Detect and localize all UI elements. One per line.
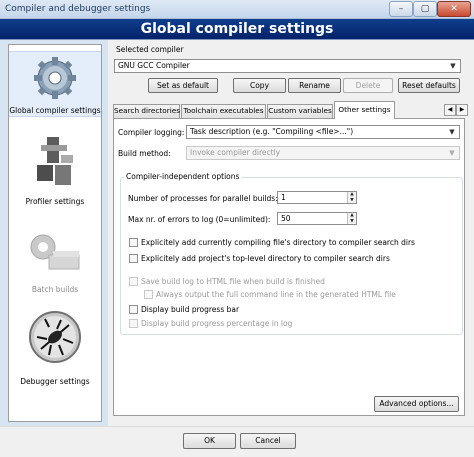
group-title: Compiler-independent options <box>124 172 242 181</box>
delete-button[interactable]: Delete <box>343 78 393 93</box>
cancel-button[interactable]: Cancel <box>240 433 296 449</box>
batch-builds-icon <box>30 234 80 270</box>
full-command-line-label: Always output the full command line in t… <box>156 290 396 299</box>
settings-sidebar: Global compiler settings Profiler settin… <box>8 44 102 422</box>
selected-compiler-label: Selected compiler <box>116 45 184 54</box>
tab-scroll-right-icon[interactable]: ▶ <box>456 104 468 116</box>
title-bar: Compiler and debugger settings – ▢ ✕ <box>0 0 474 19</box>
add-file-dir-label: Explicitely add currently compiling file… <box>141 238 415 247</box>
window-title: Compiler and debugger settings <box>5 4 151 14</box>
sidebar-item-label: Profiler settings <box>25 197 85 206</box>
tab-scroll-left-icon[interactable]: ◀ <box>444 104 456 116</box>
tab-search-directories[interactable]: Search directories <box>113 104 180 118</box>
progress-percentage-checkbox[interactable] <box>129 319 138 328</box>
rename-button[interactable]: Rename <box>288 78 341 93</box>
compiler-logging-select[interactable]: Task description (e.g. "Compiling <file>… <box>186 125 460 139</box>
full-command-line-checkbox[interactable] <box>144 290 153 299</box>
tab-other-settings[interactable]: Other settings <box>334 101 395 119</box>
maximize-button[interactable]: ▢ <box>413 1 437 17</box>
progress-bar-label: Display build progress bar <box>141 305 240 314</box>
compiler-logging-label: Compiler logging: <box>118 128 185 137</box>
add-project-dir-label: Explicitely add project's top-level dire… <box>141 254 390 263</box>
close-button[interactable]: ✕ <box>437 1 471 17</box>
build-method-select[interactable]: Invoke compiler directly ▼ <box>186 146 460 160</box>
add-project-dir-checkbox[interactable] <box>129 254 138 263</box>
save-build-log-label: Save build log to HTML file when build i… <box>141 277 325 286</box>
gear-icon <box>34 57 76 99</box>
spinner-arrows-icon[interactable]: ▲ ▼ <box>347 192 356 203</box>
profiler-icon <box>37 137 73 185</box>
advanced-options-button[interactable]: Advanced options... <box>374 396 459 412</box>
sidebar-item-global-compiler[interactable]: Global compiler settings <box>9 51 101 117</box>
sidebar-item-debugger[interactable]: Debugger settings <box>9 309 101 389</box>
progress-percentage-label: Display build progress percentage in log <box>141 319 293 328</box>
ok-button[interactable]: OK <box>183 433 236 449</box>
header-banner: Global compiler settings <box>0 19 474 40</box>
copy-button[interactable]: Copy <box>233 78 286 93</box>
sidebar-item-label: Batch builds <box>31 285 79 294</box>
sidebar-item-label: Debugger settings <box>20 377 90 386</box>
max-errors-spinner[interactable]: 50 ▲ ▼ <box>277 212 357 225</box>
minimize-button[interactable]: – <box>389 1 413 17</box>
parallel-processes-label: Number of processes for parallel builds: <box>128 194 278 203</box>
compiler-select[interactable]: GNU GCC Compiler ▼ <box>114 59 461 73</box>
spinner-arrows-icon[interactable]: ▲ ▼ <box>347 213 356 224</box>
sidebar-item-label: Global compiler settings <box>9 106 101 115</box>
max-errors-value: 50 <box>281 214 291 223</box>
tab-toolchain-executables[interactable]: Toolchain executables <box>181 104 266 118</box>
sidebar-item-profiler[interactable]: Profiler settings <box>9 133 101 209</box>
compiler-select-value: GNU GCC Compiler <box>118 61 190 70</box>
chevron-down-icon: ▼ <box>449 149 455 157</box>
bug-icon <box>29 311 81 363</box>
parallel-processes-spinner[interactable]: 1 ▲ ▼ <box>277 191 357 204</box>
progress-bar-checkbox[interactable] <box>129 305 138 314</box>
parallel-processes-value: 1 <box>281 193 286 202</box>
sidebar-item-batch-builds[interactable]: Batch builds <box>9 227 101 297</box>
build-method-label: Build method: <box>118 149 171 158</box>
chevron-down-icon: ▼ <box>449 128 455 136</box>
add-file-dir-checkbox[interactable] <box>129 238 138 247</box>
tab-custom-variables[interactable]: Custom variables <box>267 104 333 118</box>
max-errors-label: Max nr. of errors to log (0=unlimited): <box>128 215 271 224</box>
build-method-value: Invoke compiler directly <box>190 148 281 157</box>
chevron-down-icon: ▼ <box>450 62 456 70</box>
page-title: Global compiler settings <box>140 21 334 37</box>
compiler-logging-value: Task description (e.g. "Compiling <file>… <box>190 127 354 136</box>
dialog-footer <box>0 426 474 457</box>
save-build-log-checkbox[interactable] <box>129 277 138 286</box>
set-as-default-button[interactable]: Set as default <box>148 78 218 93</box>
reset-defaults-button[interactable]: Reset defaults <box>398 78 460 93</box>
